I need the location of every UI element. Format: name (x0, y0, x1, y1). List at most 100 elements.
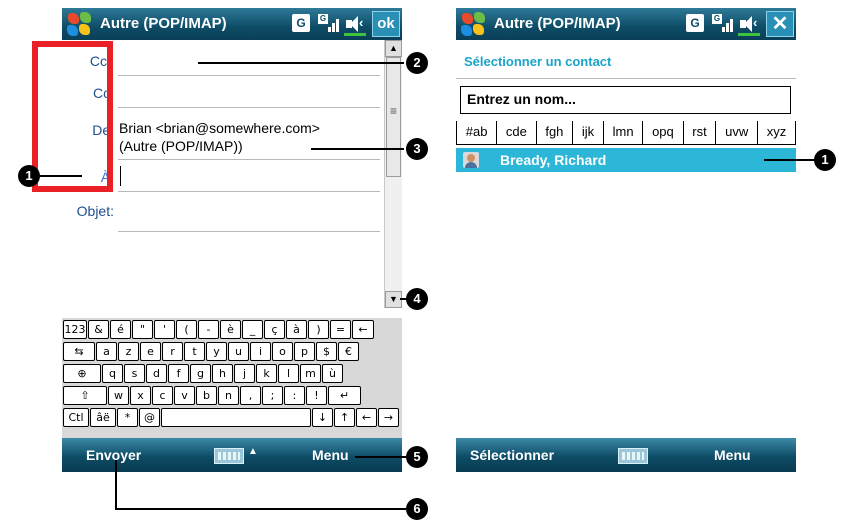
ok-button[interactable]: ok (372, 11, 400, 37)
key[interactable]: - (198, 320, 219, 339)
key[interactable]: & (88, 320, 109, 339)
key[interactable]: € (338, 342, 359, 361)
scroll-thumb[interactable] (386, 57, 401, 177)
key[interactable]: l (278, 364, 299, 383)
input-panel-arrow-icon[interactable]: ▲ (248, 446, 258, 457)
signal-icon[interactable]: G (712, 14, 734, 34)
key[interactable]: ; (262, 386, 283, 405)
key[interactable]: " (132, 320, 153, 339)
key[interactable]: $ (316, 342, 337, 361)
key[interactable]: v (174, 386, 195, 405)
key[interactable]: t (184, 342, 205, 361)
key[interactable]: z (118, 342, 139, 361)
tab-xyz[interactable]: xyz (758, 121, 796, 145)
send-softkey[interactable]: Envoyer (86, 447, 141, 463)
tab-ab[interactable]: #ab (456, 121, 498, 145)
name-search-input[interactable]: Entrez un nom... (460, 86, 791, 114)
objet-label: Objet: (76, 203, 114, 219)
callout-line-2 (198, 62, 404, 64)
key[interactable]: h (212, 364, 233, 383)
key[interactable]: m (300, 364, 321, 383)
tab-uvw[interactable]: uvw (716, 121, 759, 145)
key[interactable]: j (234, 364, 255, 383)
key[interactable]: q (102, 364, 123, 383)
volume-icon[interactable]: ‹ (344, 14, 366, 36)
callout-line-1-left (40, 175, 82, 177)
tab-cde[interactable]: cde (497, 121, 537, 145)
key[interactable]: f (168, 364, 189, 383)
enter-key[interactable]: ↵ (328, 386, 361, 405)
key[interactable]: é (110, 320, 131, 339)
key[interactable]: k (256, 364, 277, 383)
down-arrow-key[interactable]: ↓ (312, 408, 333, 427)
key[interactable]: r (162, 342, 183, 361)
key[interactable]: i (250, 342, 271, 361)
key[interactable]: c (152, 386, 173, 405)
key[interactable]: a (96, 342, 117, 361)
key[interactable]: : (284, 386, 305, 405)
backspace-key[interactable]: ← (352, 320, 374, 339)
windows-start-icon[interactable] (460, 11, 486, 37)
tab-ijk[interactable]: ijk (573, 121, 604, 145)
key[interactable]: ) (308, 320, 329, 339)
key[interactable]: ( (176, 320, 197, 339)
key[interactable]: _ (242, 320, 263, 339)
tab-rst[interactable]: rst (683, 121, 717, 145)
space-key[interactable] (161, 408, 311, 427)
caps-key[interactable]: ⊕ (63, 364, 101, 383)
objet-field[interactable]: Objet: (62, 192, 384, 232)
close-button[interactable]: ✕ (766, 11, 794, 37)
key[interactable]: o (272, 342, 293, 361)
select-softkey[interactable]: Sélectionner (470, 447, 554, 463)
volume-icon[interactable]: ‹ (738, 14, 760, 36)
shift-key[interactable]: ⇧ (63, 386, 107, 405)
key[interactable]: x (130, 386, 151, 405)
key[interactable]: , (240, 386, 261, 405)
tab-lmn[interactable]: lmn (603, 121, 644, 145)
window-title: Autre (POP/IMAP) (494, 15, 621, 32)
key[interactable]: d (146, 364, 167, 383)
key[interactable]: p (294, 342, 315, 361)
tab-opq[interactable]: opq (643, 121, 684, 145)
key[interactable]: 123 (63, 320, 87, 339)
key[interactable]: à (286, 320, 307, 339)
vertical-scrollbar[interactable]: ▲ ▼ (384, 40, 402, 308)
key[interactable]: w (108, 386, 129, 405)
contact-list-item[interactable]: Bready, Richard (456, 148, 796, 172)
accent-key[interactable]: âë (90, 408, 116, 427)
key[interactable]: e (140, 342, 161, 361)
callout-5: 5 (406, 446, 428, 468)
key[interactable]: ù (322, 364, 343, 383)
key[interactable]: ç (264, 320, 285, 339)
key[interactable]: g (190, 364, 211, 383)
key[interactable]: n (218, 386, 239, 405)
gprs-icon[interactable]: G (292, 14, 310, 32)
right-arrow-key[interactable]: → (378, 408, 399, 427)
key[interactable]: è (220, 320, 241, 339)
tab-fgh[interactable]: fgh (536, 121, 574, 145)
signal-icon[interactable]: G (318, 14, 340, 34)
up-arrow-key[interactable]: ↑ (334, 408, 355, 427)
keyboard-icon[interactable] (214, 448, 244, 464)
callout-1-right: 1 (814, 149, 836, 171)
key[interactable]: y (206, 342, 227, 361)
ctrl-key[interactable]: Ctl (63, 408, 89, 427)
key[interactable]: = (330, 320, 351, 339)
key[interactable]: u (228, 342, 249, 361)
key[interactable]: b (196, 386, 217, 405)
windows-start-icon[interactable] (66, 11, 92, 37)
key[interactable]: s (124, 364, 145, 383)
key[interactable]: * (117, 408, 138, 427)
tab-key[interactable]: ⇆ (63, 342, 95, 361)
scroll-up-button[interactable]: ▲ (385, 40, 402, 57)
key[interactable]: ' (154, 320, 175, 339)
menu-softkey[interactable]: Menu (312, 447, 349, 463)
key[interactable]: @ (139, 408, 160, 427)
left-arrow-key[interactable]: ← (356, 408, 377, 427)
keyboard-icon[interactable] (618, 448, 648, 464)
callout-line-5 (355, 456, 406, 458)
menu-softkey[interactable]: Menu (714, 447, 751, 463)
menu-bar: Envoyer ▲ Menu (62, 438, 402, 472)
key[interactable]: ! (306, 386, 327, 405)
gprs-icon[interactable]: G (686, 14, 704, 32)
